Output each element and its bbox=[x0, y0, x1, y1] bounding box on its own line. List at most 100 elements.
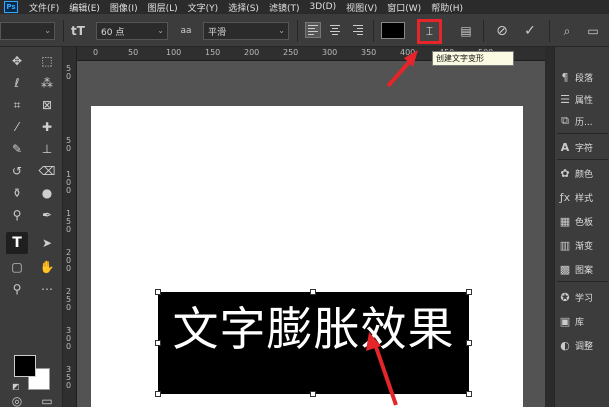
panel-label: 学习 bbox=[575, 293, 594, 304]
panel-collapse-strip[interactable] bbox=[545, 47, 554, 407]
panel-patterns[interactable]: ▩ 图案 bbox=[555, 259, 609, 279]
canvas-text[interactable]: 文字膨胀效果 bbox=[158, 293, 469, 359]
panel-gradient[interactable]: ▥ 渐变 bbox=[555, 235, 609, 255]
frame-tool-icon[interactable]: ⊠ bbox=[36, 94, 58, 116]
rectangle-tool-icon[interactable]: ▢ bbox=[6, 256, 28, 278]
ruler-label: 3 5 0 bbox=[66, 365, 72, 390]
menu-select[interactable]: 选择(S) bbox=[223, 1, 264, 14]
transform-handle[interactable] bbox=[155, 391, 161, 397]
warp-text-icon: ⌶ bbox=[425, 24, 434, 38]
ruler-vertical: 5 0 5 0 1 0 0 1 5 0 2 0 0 2 5 0 3 0 0 3 … bbox=[63, 47, 77, 407]
lasso-tool-icon[interactable]: ℓ bbox=[6, 72, 28, 94]
paint-bucket-tool-icon[interactable]: ⚱ bbox=[6, 182, 28, 204]
zoom-tool-icon[interactable]: ⚲ bbox=[6, 278, 28, 300]
menu-3d[interactable]: 3D(D) bbox=[304, 2, 341, 12]
panel-paragraph[interactable]: ¶ 段落 bbox=[555, 67, 609, 87]
crop-tool-icon[interactable]: ⌗ bbox=[6, 94, 28, 116]
clone-stamp-tool-icon[interactable]: ⊥ bbox=[36, 138, 58, 160]
panel-label: 样式 bbox=[575, 193, 594, 204]
font-style-select[interactable]: ⌄ bbox=[0, 22, 55, 40]
panel-label: 颜色 bbox=[575, 169, 594, 180]
history-icon: ⧉ bbox=[561, 114, 569, 127]
panel-learn[interactable]: ✪ 学习 bbox=[555, 287, 609, 307]
create-warped-text-button[interactable]: ⌶ bbox=[417, 19, 442, 44]
character-panel-toggle-icon[interactable]: ▤ bbox=[456, 21, 476, 41]
menu-type[interactable]: 文字(Y) bbox=[183, 1, 224, 14]
menu-view[interactable]: 视图(V) bbox=[341, 1, 382, 14]
photoshop-logo: Ps bbox=[4, 1, 18, 13]
transform-handle[interactable] bbox=[155, 340, 161, 346]
ruler-label: 150 bbox=[205, 48, 221, 57]
menu-file[interactable]: 文件(F) bbox=[24, 1, 64, 14]
gradient-icon: ▥ bbox=[559, 238, 571, 252]
search-icon[interactable]: ⌕ bbox=[557, 21, 577, 41]
menu-edit[interactable]: 编辑(E) bbox=[64, 1, 105, 14]
spot-healing-tool-icon[interactable]: ✚ bbox=[36, 116, 58, 138]
panel-divider bbox=[557, 159, 608, 160]
warp-tooltip: 创建文字变形 bbox=[432, 51, 514, 66]
menu-image[interactable]: 图像(I) bbox=[105, 1, 143, 14]
menu-help[interactable]: 帮助(H) bbox=[426, 1, 468, 14]
libraries-icon: ▣ bbox=[559, 314, 571, 328]
history-brush-tool-icon[interactable]: ↺ bbox=[6, 160, 28, 182]
eraser-tool-icon[interactable]: ⌫ bbox=[36, 160, 58, 182]
panel-adjustments[interactable]: ◐ 调整 bbox=[555, 335, 609, 355]
document-canvas[interactable]: 文字膨胀效果 bbox=[91, 106, 523, 407]
adjustments-icon: ◐ bbox=[560, 338, 570, 352]
hand-tool-icon[interactable]: ✋ bbox=[36, 256, 58, 278]
commit-checkmark-icon[interactable]: ✓ bbox=[520, 21, 540, 41]
foreground-color-swatch[interactable] bbox=[14, 355, 36, 377]
align-center-button[interactable] bbox=[327, 22, 343, 38]
panel-color[interactable]: ✿ 颜色 bbox=[555, 163, 609, 183]
options-bar: ⌄ tT 60 点 ⌄ aa 平滑 ⌄ ⌶ ▤ ⊘ ✓ ⌕ ▭ bbox=[0, 14, 609, 47]
transform-handle[interactable] bbox=[155, 289, 161, 295]
blur-tool-icon[interactable]: ● bbox=[36, 182, 58, 204]
panel-styles[interactable]: ƒx 样式 bbox=[555, 187, 609, 207]
divider bbox=[483, 20, 484, 42]
panel-libraries[interactable]: ▣ 库 bbox=[555, 311, 609, 331]
quick-select-tool-icon[interactable]: ⁂ bbox=[36, 72, 58, 94]
menu-filter[interactable]: 滤镜(T) bbox=[264, 1, 305, 14]
canvas-area[interactable]: 文字膨胀效果 bbox=[78, 62, 545, 407]
menu-window[interactable]: 窗口(W) bbox=[382, 1, 426, 14]
panel-properties[interactable]: ☰ 属性 bbox=[555, 89, 609, 109]
transform-handle[interactable] bbox=[310, 391, 316, 397]
panel-character[interactable]: A 字符 bbox=[555, 137, 609, 157]
transform-handle[interactable] bbox=[466, 289, 472, 295]
transform-handle[interactable] bbox=[310, 289, 316, 295]
text-layer-box[interactable]: 文字膨胀效果 bbox=[158, 292, 469, 394]
transform-handle[interactable] bbox=[466, 340, 472, 346]
cancel-icon[interactable]: ⊘ bbox=[492, 21, 512, 41]
panel-label: 图案 bbox=[575, 265, 594, 276]
brush-tool-icon[interactable]: ✎ bbox=[6, 138, 28, 160]
ruler-label: 0 bbox=[93, 48, 99, 57]
ruler-label: 100 bbox=[166, 48, 182, 57]
properties-icon: ☰ bbox=[560, 92, 570, 106]
type-tool-icon[interactable]: T bbox=[6, 232, 28, 254]
more-tools-icon[interactable]: ⋯ bbox=[36, 278, 58, 300]
align-right-button[interactable] bbox=[349, 22, 365, 38]
screen-mode-icon[interactable]: ▭ bbox=[36, 394, 58, 407]
pen-tool-icon[interactable]: ✒ bbox=[36, 204, 58, 226]
eyedropper-tool-icon[interactable]: ⁄ bbox=[6, 116, 28, 138]
transform-handle[interactable] bbox=[466, 391, 472, 397]
path-selection-tool-icon[interactable]: ➤ bbox=[36, 232, 58, 254]
move-tool-icon[interactable]: ✥ bbox=[6, 50, 28, 72]
anti-alias-select[interactable]: 平滑 ⌄ bbox=[203, 22, 289, 40]
panel-label: 字符 bbox=[575, 143, 594, 154]
ruler-label: 400 bbox=[400, 48, 416, 57]
workspace-icon[interactable]: ▭ bbox=[583, 21, 603, 41]
default-colors-icon[interactable]: ◩ bbox=[12, 382, 20, 391]
dodge-tool-icon[interactable]: ⚲ bbox=[6, 204, 28, 226]
panel-swatches[interactable]: ▦ 色板 bbox=[555, 211, 609, 231]
panel-history[interactable]: ⧉ 历... bbox=[555, 111, 609, 131]
edit-quick-mask-icon[interactable]: ◎ bbox=[6, 394, 28, 407]
chevron-down-icon: ⌄ bbox=[44, 26, 51, 35]
font-size-select[interactable]: 60 点 ⌄ bbox=[96, 22, 168, 40]
ruler-label: 350 bbox=[361, 48, 377, 57]
menu-layer[interactable]: 图层(L) bbox=[143, 1, 183, 14]
align-left-button[interactable] bbox=[305, 22, 321, 38]
marquee-tool-icon[interactable]: ⬚ bbox=[36, 50, 58, 72]
text-color-swatch[interactable] bbox=[381, 22, 405, 39]
color-icon: ✿ bbox=[560, 166, 570, 180]
